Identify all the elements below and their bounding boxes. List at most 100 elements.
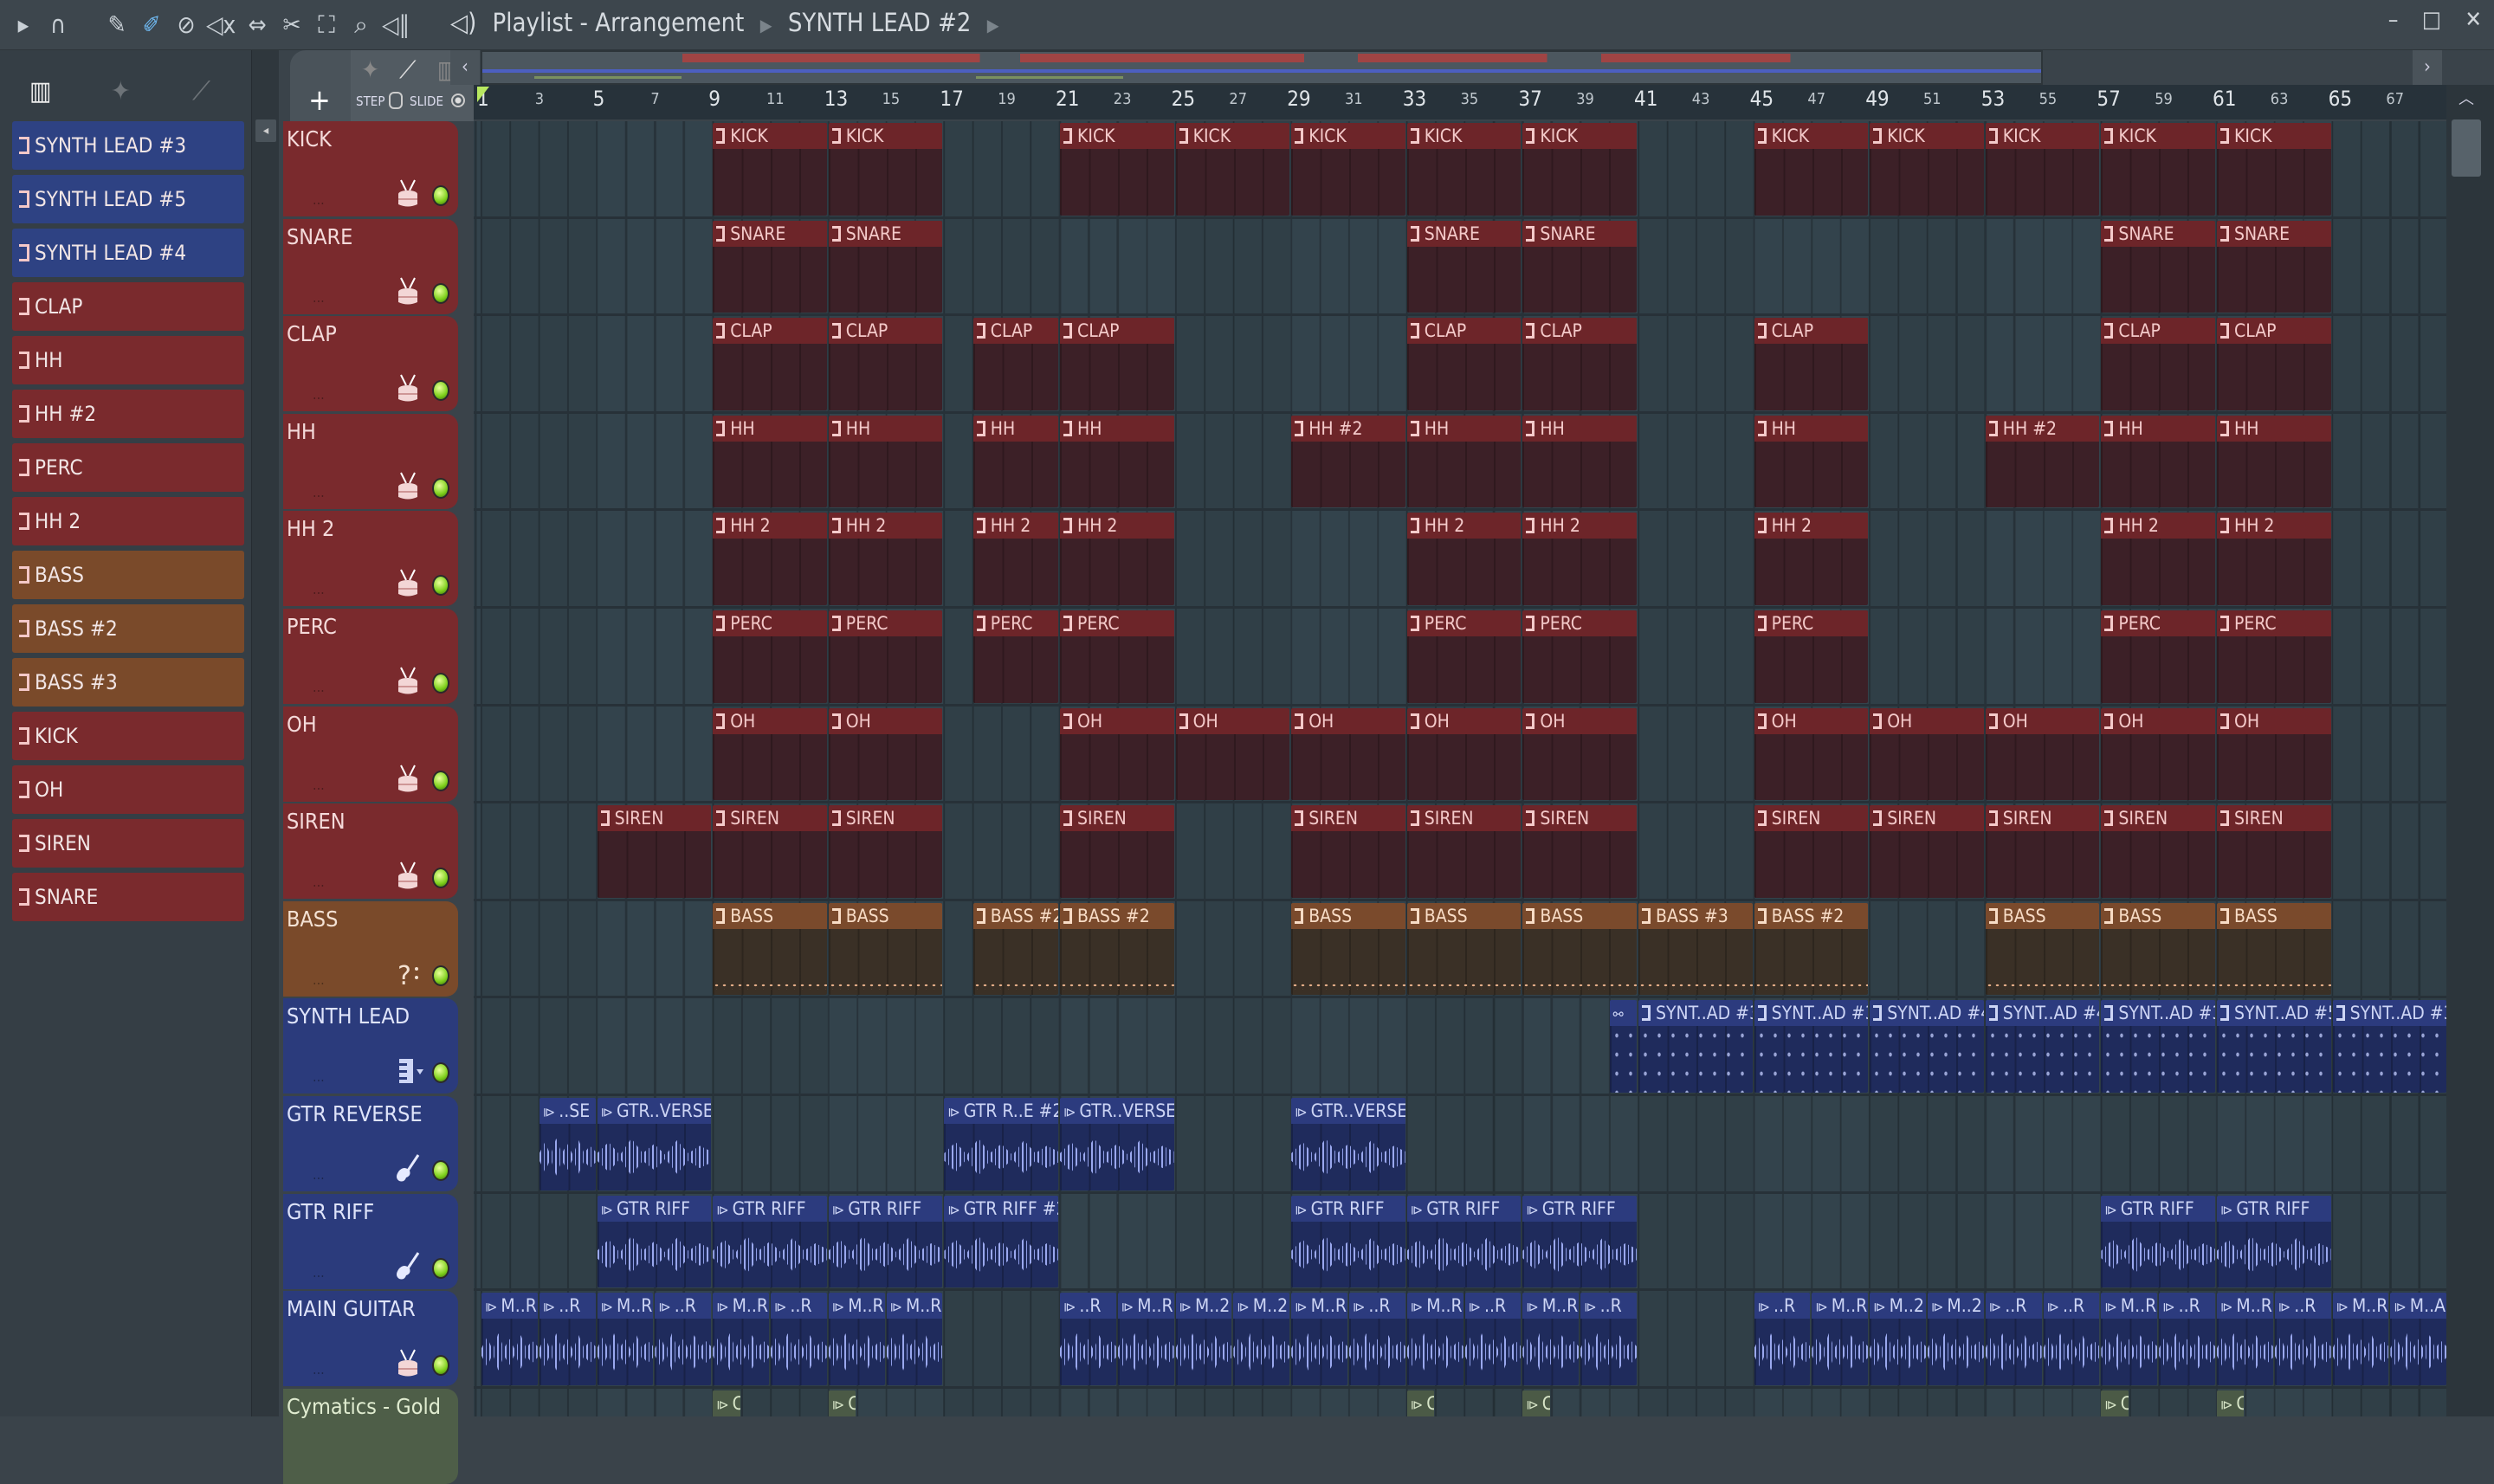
track-mute-led[interactable] — [432, 380, 449, 402]
playlist-clip[interactable]: ⧐ GTR RIFF — [1406, 1195, 1522, 1288]
playlist-clip[interactable]: ⧐ M..R — [1291, 1293, 1347, 1385]
picker-item[interactable]: SIREN — [12, 819, 244, 868]
playlist-clip[interactable]: HH 2 — [2101, 513, 2215, 605]
playlist-clip[interactable]: SNARE — [713, 220, 827, 313]
playlist-clip[interactable]: ⧐ ..R — [2043, 1293, 2100, 1385]
picker-item[interactable]: PERC — [12, 443, 244, 492]
playlist-clip[interactable]: ⧐ GTR RIFF — [828, 1195, 943, 1288]
breadcrumb-playlist[interactable]: Playlist - Arrangement — [493, 8, 745, 37]
playlist-clip[interactable]: HH — [1406, 415, 1522, 508]
grip-icon[interactable]: ... — [313, 289, 325, 306]
playlist-clip[interactable]: ⧐ M..R — [597, 1293, 654, 1385]
track-header[interactable]: OH... — [283, 706, 458, 802]
picker-item[interactable]: BASS #2 — [12, 604, 244, 653]
track-name[interactable]: SIREN — [287, 809, 346, 834]
add-track-button[interactable]: + — [299, 81, 340, 119]
playlist-clip[interactable]: ⧐ GTR R..E #2 — [944, 1098, 1058, 1190]
picker-item[interactable]: SYNTH LEAD #3 — [12, 121, 244, 170]
playlist-clip[interactable]: ⧐ GTR RIFF — [713, 1195, 827, 1288]
playlist-clip[interactable]: ⧐C..1 — [1522, 1390, 1550, 1416]
playlist-clip[interactable]: HH 2 — [1406, 513, 1522, 605]
playlist-clip[interactable]: PERC — [828, 610, 943, 703]
playlist-clip[interactable]: SIREN — [1985, 805, 2100, 898]
playlist-clip[interactable]: HH 2 — [972, 513, 1058, 605]
playlist-clip[interactable]: BASS #3 — [1638, 902, 1753, 996]
track-name[interactable]: CLAP — [287, 321, 337, 346]
track-header[interactable]: Cymatics - Gold — [283, 1388, 458, 1484]
playlist-clip[interactable]: HH 2 — [1522, 513, 1637, 605]
playlist-clip[interactable]: ⧐ GTR RIFF — [1522, 1195, 1637, 1288]
playback-icon[interactable]: ◁∥ — [381, 10, 410, 40]
audio-clip-icon[interactable]: ✦ — [361, 55, 379, 84]
picker-item[interactable]: BASS #3 — [12, 658, 244, 707]
playlist-clip[interactable]: ⧐C..1 — [828, 1390, 856, 1416]
playlist-clip[interactable]: BASS — [2217, 902, 2331, 996]
playlist-clip[interactable]: HH — [1522, 415, 1637, 508]
playlist-clip[interactable]: BASS — [713, 902, 827, 996]
play-arrow-icon[interactable]: ▸ — [9, 10, 38, 40]
playlist-clip[interactable]: CLAP — [972, 318, 1058, 410]
playlist-clip[interactable]: ⧐ GTR..VERSE — [1291, 1098, 1405, 1190]
audio-wave-icon[interactable]: ✦ — [111, 76, 131, 106]
track-mute-led[interactable] — [432, 965, 449, 986]
playlist-clip[interactable]: KICK — [1522, 123, 1637, 216]
playlist-clip[interactable]: BASS #2 — [972, 902, 1058, 996]
playlist-clip[interactable]: KICK — [2217, 123, 2331, 216]
picker-item[interactable]: CLAP — [12, 282, 244, 331]
playlist-clip[interactable]: SIREN — [2217, 805, 2331, 898]
playlist-clip[interactable]: ⧐ M..R — [1812, 1293, 1869, 1385]
playlist-clip[interactable]: OH — [828, 707, 943, 801]
playlist-clip[interactable]: PERC — [2217, 610, 2331, 703]
playlist-clip[interactable]: ⚯ — [1609, 1000, 1637, 1093]
playlist-clip[interactable]: BASS — [1985, 902, 2100, 996]
playlist-clip[interactable]: BASS #2 — [1754, 902, 1869, 996]
track-mute-led[interactable] — [432, 673, 449, 694]
track-name[interactable]: KICK — [287, 126, 332, 152]
grip-icon[interactable]: ... — [313, 971, 325, 988]
picker-item[interactable]: HH — [12, 336, 244, 384]
playlist-clip[interactable]: OH — [1754, 707, 1869, 801]
playlist-clip[interactable]: ⧐ ..SE — [539, 1098, 596, 1190]
picker-item[interactable]: HH 2 — [12, 497, 244, 545]
track-mute-led[interactable] — [432, 770, 449, 791]
playlist-clip[interactable]: HH — [713, 415, 827, 508]
playlist-clip[interactable]: ⧐ ..R — [2159, 1293, 2215, 1385]
playlist-clip[interactable]: HH — [2101, 415, 2215, 508]
playlist-clip[interactable]: PERC — [713, 610, 827, 703]
track-name[interactable]: HH 2 — [287, 516, 334, 541]
picker-item[interactable]: SNARE — [12, 873, 244, 921]
playlist-clip[interactable]: SIREN — [2101, 805, 2215, 898]
playlist-clip[interactable]: PERC — [1060, 610, 1174, 703]
playlist-clip[interactable]: BASS — [1406, 902, 1522, 996]
step-toggle[interactable] — [389, 92, 403, 109]
playlist-clip[interactable]: ⧐ ..R — [1464, 1293, 1522, 1385]
playlist-clip[interactable]: HH 2 — [1754, 513, 1869, 605]
delete-icon[interactable]: ⊘ — [171, 10, 201, 40]
playlist-clip[interactable]: ⧐ M..R — [1522, 1293, 1580, 1385]
playlist-clip[interactable]: ⧐ M..R — [2101, 1293, 2158, 1385]
playlist-clip[interactable]: PERC — [1754, 610, 1869, 703]
playlist-clip[interactable]: ⧐ M..R — [1406, 1293, 1463, 1385]
track-header[interactable]: KICK... — [283, 121, 458, 216]
playlist-clip[interactable]: OH — [2101, 707, 2215, 801]
playlist-clip[interactable]: SYNT..AD #4 — [1870, 1000, 1984, 1093]
track-mute-led[interactable] — [432, 1062, 449, 1084]
track-mute-led[interactable] — [432, 282, 449, 304]
playlist-clip[interactable]: OH — [1291, 707, 1405, 801]
playlist-overview[interactable] — [481, 50, 2043, 85]
track-mute-led[interactable] — [432, 185, 449, 206]
grip-icon[interactable]: ... — [313, 1264, 325, 1281]
playlist-clip[interactable]: KICK — [828, 123, 943, 216]
grip-icon[interactable]: ... — [313, 1166, 325, 1183]
playlist-clip[interactable]: SIREN — [1522, 805, 1637, 898]
track-header[interactable]: SYNTH LEAD... — [283, 998, 458, 1094]
grip-icon[interactable]: ... — [313, 1068, 325, 1085]
playlist-clip[interactable]: BASS #2 — [1060, 902, 1174, 996]
playlist-clip[interactable]: ⧐ M..2 — [1928, 1293, 1984, 1385]
grip-icon[interactable]: ... — [313, 191, 325, 208]
playlist-clip[interactable]: SYNT..AD #3 — [2332, 1000, 2446, 1093]
playlist-clip[interactable]: CLAP — [1522, 318, 1637, 410]
playlist-clip[interactable]: HH 2 — [713, 513, 827, 605]
playlist-clip[interactable]: SIREN — [1291, 805, 1405, 898]
playlist-clip[interactable]: ⧐C..1 — [1406, 1390, 1435, 1416]
